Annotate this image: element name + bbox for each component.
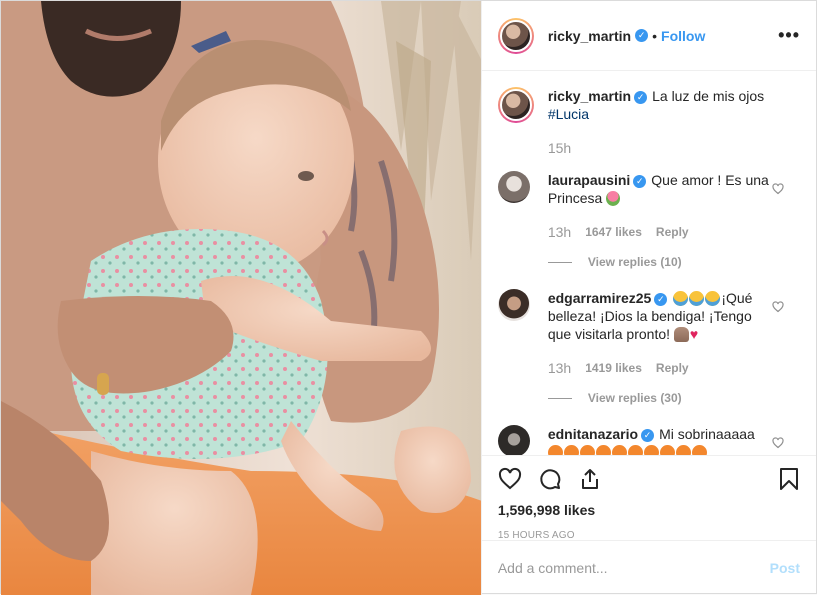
separator-dot: • [652,27,658,44]
caption: ricky_martin ✓ La luz de mis ojos #Lucia 1… [497,87,800,157]
view-replies-button[interactable]: View replies (10) [548,255,800,269]
add-comment-bar: Post [481,540,816,595]
verified-icon: ✓ [633,174,647,188]
comment-body: ednitanazario ✓ Mi sobrinaaaaa [547,425,770,455]
comment-like-heart-icon[interactable] [772,437,784,449]
comment-meta: 13h 1419 likes Reply [548,359,770,377]
heart-eyes-emoji-icon [563,445,579,455]
comment-likes[interactable]: 1647 likes [585,223,642,241]
post-photo[interactable] [1,1,481,595]
post-actions: 1,596,998 likes 15 HOURS AGO Post [481,455,816,595]
caption-body: ricky_martin ✓ La luz de mis ojos #Lucia 1… [548,87,770,157]
heart-eyes-emoji-icon [611,445,627,455]
caption-username[interactable]: ricky_martin [548,88,631,104]
comment-time[interactable]: 13h [548,359,571,377]
caption-text: La luz de mis ojos [652,88,765,104]
share-icon[interactable] [578,467,602,491]
red-heart-emoji-icon: ♥ [689,326,699,342]
caption-avatar[interactable] [499,89,532,121]
comment-text: Mi sobrinaaaaa [659,426,755,442]
comment-like-heart-icon[interactable] [772,183,784,195]
likes-count[interactable]: 1,596,998 likes [498,502,800,518]
caption-hashtag[interactable]: #Lucia [548,106,589,122]
comment-body: edgarramirez25 ✓ ¡Qué belleza! ¡Dios la be… [548,289,770,377]
reply-button[interactable]: Reply [656,359,689,377]
follow-button[interactable]: Follow [661,28,705,44]
tulip-emoji-icon [606,191,621,206]
verified-icon: ✓ [641,428,655,442]
caption-time[interactable]: 15h [548,139,571,157]
heart-eyes-emoji-icon [627,445,643,455]
heart-eyes-emoji-icon [659,445,675,455]
comment-input[interactable] [497,560,770,576]
crying-face-emoji-icon [705,291,721,306]
like-heart-icon[interactable] [498,467,522,491]
bookmark-icon[interactable] [778,467,800,491]
folded-hands-emoji-icon [673,327,689,342]
comments-list[interactable]: ricky_martin ✓ La luz de mis ojos #Lucia 1… [482,71,816,455]
action-icons [498,456,800,502]
comment-avatar[interactable] [497,289,530,321]
crying-face-emoji-icon [673,291,689,306]
post-header: ricky_martin ✓ • Follow ••• [481,1,816,71]
view-replies-button[interactable]: View replies (30) [548,391,800,405]
heart-eyes-emoji-icon [579,445,595,455]
comment-like-heart-icon[interactable] [772,301,784,313]
heart-eyes-emoji-icon [675,445,691,455]
crying-face-emoji-icon [689,291,705,306]
more-options-icon[interactable]: ••• [778,25,800,46]
heart-eyes-emoji-icon [691,445,707,455]
photo-illustration [1,1,481,595]
comment-username[interactable]: ednitanazario [548,426,638,442]
comment-username[interactable]: edgarramirez25 [548,290,652,306]
comment-meta: 13h 1647 likes Reply [548,223,770,241]
heart-eyes-emoji-icon [643,445,659,455]
comment-avatar[interactable] [497,425,530,455]
story-ring[interactable] [497,17,534,54]
verified-icon: ✓ [634,90,648,104]
comment-item: laurapausini ✓ Que amor ! Es una Princesa … [497,171,800,241]
verified-icon: ✓ [654,292,668,306]
heart-eyes-emoji-icon [595,445,611,455]
reply-button[interactable]: Reply [656,223,689,241]
comment-time[interactable]: 13h [548,223,571,241]
comment-item: edgarramirez25 ✓ ¡Qué belleza! ¡Dios la be… [497,289,800,377]
comment-body: laurapausini ✓ Que amor ! Es una Princesa … [548,171,770,241]
comment-username[interactable]: laurapausini [548,172,630,188]
comment-likes[interactable]: 1419 likes [585,359,642,377]
header-username[interactable]: ricky_martin [548,28,631,44]
post-comment-button[interactable]: Post [770,560,800,576]
verified-icon: ✓ [635,29,649,42]
instagram-post: ricky_martin ✓ • Follow ••• ricky_martin… [0,0,817,595]
comment-avatar[interactable] [497,171,530,203]
comment-item: ednitanazario ✓ Mi sobrinaaaaa [497,425,800,455]
comment-icon[interactable] [538,467,562,491]
caption-meta: 15h [548,139,770,157]
post-sidebar: ricky_martin ✓ • Follow ••• ricky_martin… [480,1,816,595]
caption-story-ring[interactable] [497,87,534,123]
avatar[interactable] [499,19,532,52]
heart-eyes-emoji-icon [547,445,563,455]
